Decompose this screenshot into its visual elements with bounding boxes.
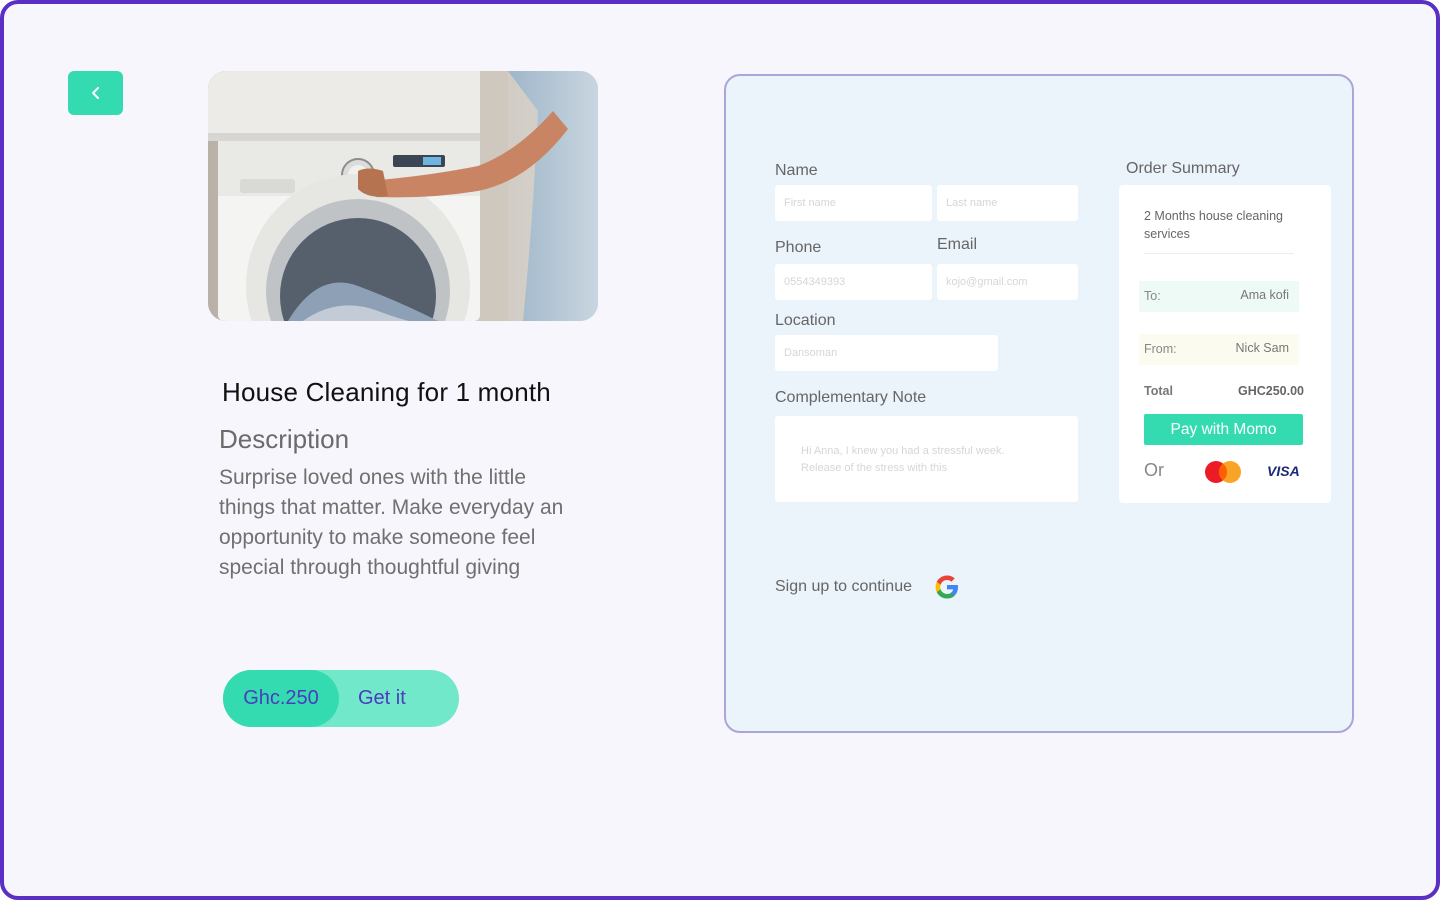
note-textarea[interactable]: Hi Anna, I knew you had a stressful week…	[775, 416, 1078, 502]
to-label: To:	[1144, 289, 1161, 303]
price-badge: Ghc.250	[223, 670, 339, 727]
to-value: Ama kofi	[1240, 288, 1289, 302]
total-value: GHC250.00	[1237, 384, 1304, 398]
service-description: 2 Months house cleaning services	[1144, 209, 1283, 241]
order-summary-heading: Order Summary	[1126, 160, 1240, 177]
description-text: Surprise loved ones with the little thin…	[219, 466, 564, 579]
from-label: From:	[1144, 342, 1177, 356]
first-name-input[interactable]	[775, 185, 932, 221]
divider	[1144, 253, 1294, 254]
visa-icon[interactable]: VISA	[1267, 463, 1300, 479]
mastercard-icon[interactable]	[1203, 460, 1243, 484]
google-icon[interactable]	[934, 574, 960, 600]
product-title: House Cleaning for 1 month	[222, 377, 551, 407]
phone-label: Phone	[775, 239, 822, 256]
recipient-row: To: Ama kofi	[1139, 281, 1299, 312]
location-label: Location	[775, 312, 836, 329]
or-label: Or	[1144, 460, 1164, 480]
get-it-label: Get it	[358, 687, 406, 709]
pay-with-momo-button[interactable]: Pay with Momo	[1144, 414, 1303, 445]
sender-row: From: Nick Sam	[1139, 334, 1299, 365]
app-frame: House Cleaning for 1 month Description S…	[0, 0, 1440, 900]
washing-machine-illustration	[208, 71, 598, 321]
order-summary-card: 2 Months house cleaning services To: Ama…	[1119, 185, 1331, 503]
email-input[interactable]	[937, 264, 1078, 300]
total-label: Total	[1144, 384, 1173, 398]
from-value: Nick Sam	[1235, 341, 1289, 355]
get-it-button[interactable]: Ghc.250 Get it	[223, 670, 459, 727]
email-label: Email	[937, 236, 978, 253]
phone-input[interactable]	[775, 264, 932, 300]
description-heading: Description	[219, 424, 350, 454]
signup-label: Sign up to continue	[775, 578, 912, 595]
note-line: Hi Anna, I knew you had a stressful week…	[801, 445, 1005, 457]
chevron-left-icon	[91, 87, 99, 99]
note-line: Release of the stress with this	[801, 462, 948, 474]
last-name-input[interactable]	[937, 185, 1078, 221]
back-button[interactable]	[68, 71, 123, 115]
location-input[interactable]	[775, 335, 998, 371]
product-image	[208, 71, 598, 321]
name-label: Name	[775, 162, 818, 179]
note-label: Complementary Note	[775, 389, 927, 406]
checkout-panel: Name Phone Email Location Complementary …	[724, 74, 1354, 733]
